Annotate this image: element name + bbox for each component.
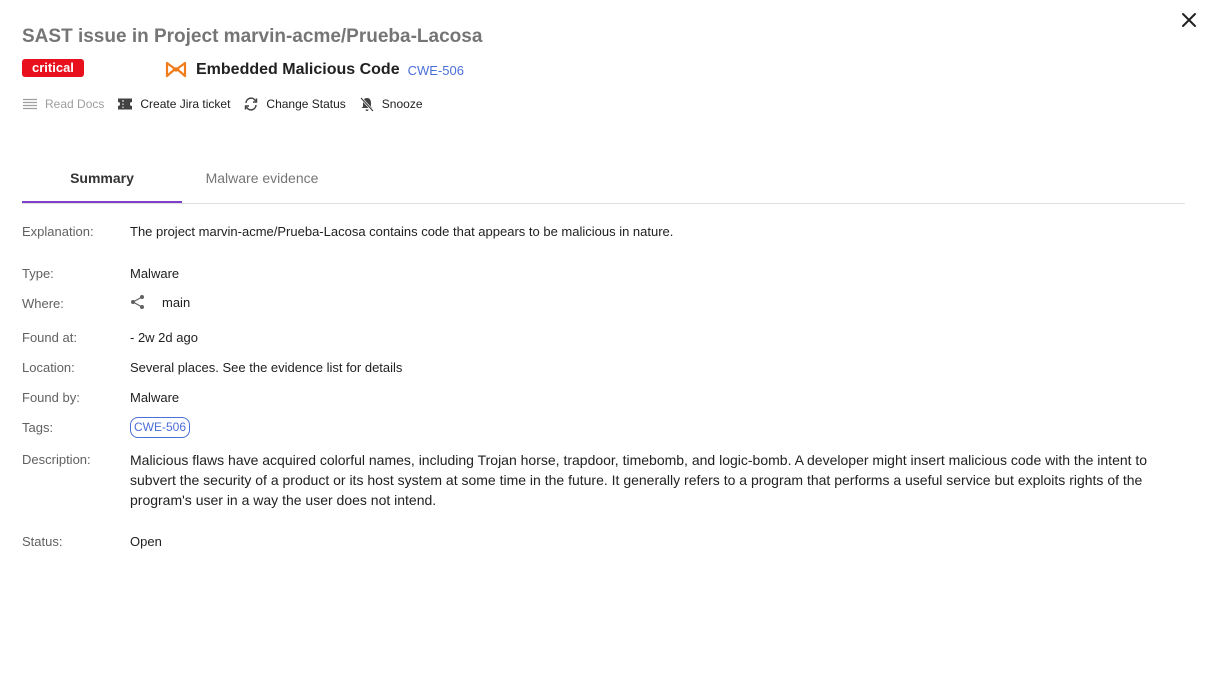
page-title: SAST issue in Project marvin-acme/Prueba… — [22, 26, 483, 47]
read-docs-label: Read Docs — [45, 97, 105, 111]
snooze-button[interactable]: Snooze — [359, 96, 423, 112]
type-row: Type: Malware — [22, 266, 622, 284]
explanation-value: The project marvin-acme/Prueba-Lacosa co… — [130, 224, 674, 239]
found-by-value: Malware — [130, 390, 180, 405]
close-icon — [1182, 13, 1196, 27]
read-docs-button[interactable]: Read Docs — [22, 96, 104, 112]
location-label: Location: — [22, 360, 75, 375]
issue-heading: Embedded Malicious Code CWE-506 — [165, 60, 464, 80]
change-status-button[interactable]: Change Status — [243, 96, 346, 112]
tab-malware-evidence[interactable]: Malware evidence — [182, 160, 342, 203]
tags-label: Tags: — [22, 420, 54, 435]
description-row: Description: — [22, 452, 132, 470]
type-value: Malware — [130, 266, 180, 281]
create-jira-button[interactable]: Create Jira ticket — [117, 96, 230, 112]
tab-summary[interactable]: Summary — [22, 160, 182, 203]
found-by-label: Found by: — [22, 390, 80, 405]
found-at-label: Found at: — [22, 330, 77, 345]
explanation-row: Explanation: The project marvin-acme/Pru… — [22, 224, 1122, 242]
tags-row: Tags: CWE-506 — [22, 417, 622, 442]
cwe-link[interactable]: CWE-506 — [408, 63, 464, 78]
location-value: Several places. See the evidence list fo… — [130, 360, 403, 375]
create-jira-label: Create Jira ticket — [140, 97, 231, 111]
status-label: Status: — [22, 534, 63, 549]
change-status-icon — [245, 97, 258, 111]
severity-badge: critical — [22, 59, 84, 77]
description-value: Malicious flaws have acquired colorful n… — [130, 452, 1148, 508]
jira-ticket-icon — [118, 98, 133, 110]
branch-share-icon — [131, 295, 144, 309]
status-row: Status: Open — [22, 534, 622, 552]
type-label: Type: — [22, 266, 54, 281]
where-value: main — [130, 294, 190, 310]
tab-bar: Summary Malware evidence — [22, 160, 1185, 204]
branch-name: main — [162, 294, 191, 310]
description-label: Description: — [22, 452, 91, 467]
snooze-label: Snooze — [381, 97, 423, 111]
issue-name: Embedded Malicious Code — [196, 61, 400, 78]
status-value[interactable]: Open — [130, 534, 162, 549]
found-at-row: Found at: - 2w 2d ago — [22, 330, 622, 348]
found-by-row: Found by: Malware — [22, 390, 622, 408]
read-docs-icon — [23, 98, 37, 110]
explanation-label: Explanation: — [22, 224, 94, 239]
tag-cwe-506[interactable]: CWE-506 — [130, 417, 191, 438]
close-button[interactable] — [1178, 9, 1200, 31]
action-toolbar: Read Docs Create Jira ticket Change Stat… — [22, 96, 436, 112]
malware-bowtie-icon — [165, 61, 187, 78]
location-row: Location: Several places. See the eviden… — [22, 360, 622, 378]
where-label: Where: — [22, 296, 64, 311]
tags-value: CWE-506 — [130, 417, 191, 438]
change-status-label: Change Status — [266, 97, 346, 111]
found-at-value: - 2w 2d ago — [130, 330, 198, 345]
where-row: Where: main — [22, 294, 622, 314]
snooze-bell-icon — [359, 97, 374, 112]
